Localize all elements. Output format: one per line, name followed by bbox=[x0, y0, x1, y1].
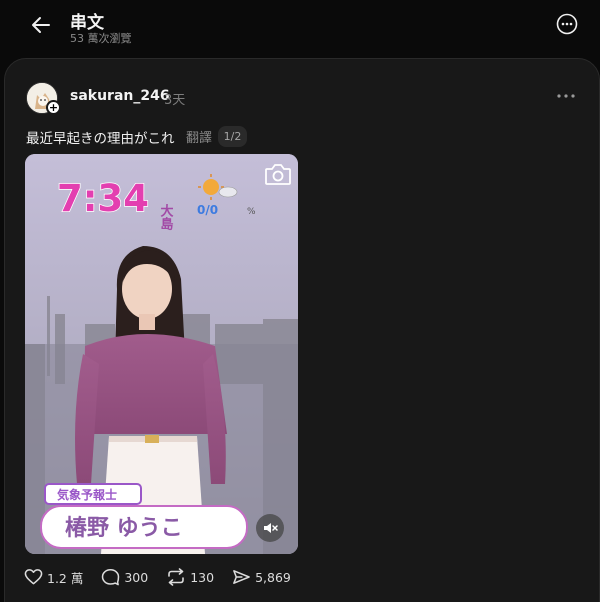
post-text: 最近早起きの理由がこれ bbox=[26, 131, 175, 147]
comment-count: 300 bbox=[124, 569, 149, 585]
like-button[interactable]: 1.2 萬 bbox=[24, 568, 83, 587]
rain-unit-overlay: % bbox=[247, 207, 256, 217]
page-indicator: 1/2 bbox=[218, 126, 247, 147]
caption-role: 気象予報士 bbox=[57, 487, 117, 502]
mute-button[interactable] bbox=[256, 514, 284, 542]
ellipsis-icon[interactable] bbox=[556, 89, 576, 103]
camera-icon[interactable] bbox=[262, 160, 294, 188]
clock-overlay: 7:34 bbox=[57, 177, 149, 220]
repost-count: 130 bbox=[190, 569, 215, 585]
post-media[interactable]: 7:34 大島 0/0 % 気象予報士 椿野 ゆうこ bbox=[25, 154, 298, 554]
action-bar: 1.2 萬 300 130 5,869 bbox=[24, 567, 309, 587]
translate-link[interactable]: 翻譯 bbox=[186, 127, 212, 146]
comment-bubble-icon bbox=[102, 569, 120, 586]
back-button[interactable] bbox=[26, 10, 56, 40]
share-count: 5,869 bbox=[255, 569, 291, 585]
speaker-muted-icon bbox=[264, 523, 278, 533]
heart-icon bbox=[24, 569, 43, 585]
view-count: 53 萬次瀏覽 bbox=[70, 32, 132, 45]
caption-name: 椿野 ゆうこ bbox=[65, 515, 183, 541]
send-icon bbox=[233, 570, 250, 584]
post-time: 3天 bbox=[164, 93, 186, 108]
city-overlay: 大島 bbox=[158, 203, 174, 231]
top-bar: 串文 53 萬次瀏覽 bbox=[0, 0, 600, 56]
arrow-left-icon bbox=[32, 17, 50, 33]
comment-button[interactable]: 300 bbox=[101, 568, 148, 586]
like-count: 1.2 萬 bbox=[47, 570, 84, 586]
repost-icon bbox=[168, 568, 185, 586]
share-button[interactable]: 5,869 bbox=[232, 568, 291, 586]
rain-overlay: 0/0 bbox=[197, 203, 218, 217]
repost-button[interactable]: 130 bbox=[166, 568, 214, 586]
follow-plus-button[interactable]: + bbox=[46, 100, 61, 115]
more-circle-icon[interactable] bbox=[556, 13, 578, 35]
username[interactable]: sakuran_246 bbox=[70, 88, 170, 104]
